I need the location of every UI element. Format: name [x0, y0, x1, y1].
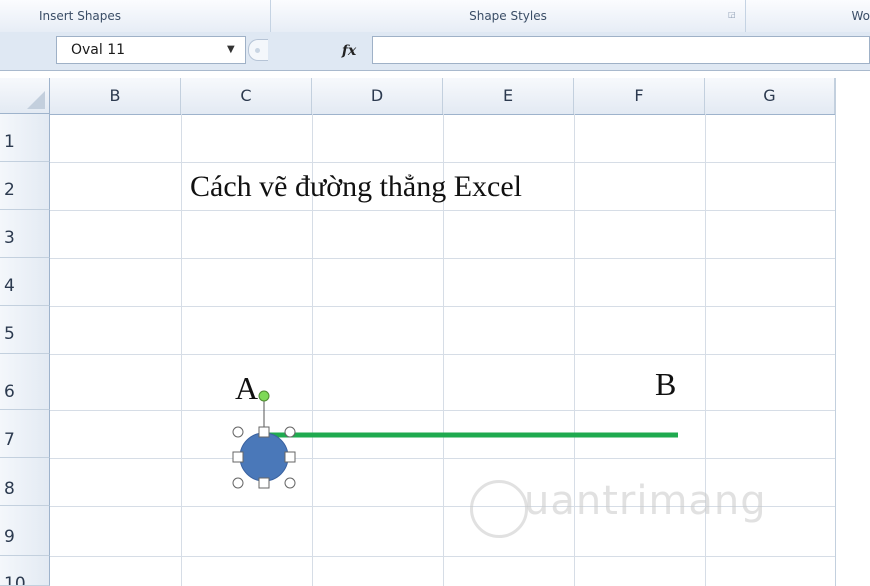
- resize-handle[interactable]: [284, 426, 296, 438]
- resize-handle[interactable]: [284, 477, 296, 489]
- resize-handle[interactable]: [284, 451, 296, 463]
- oval-shape[interactable]: [239, 432, 289, 482]
- resize-handle[interactable]: [232, 451, 244, 463]
- drawing-layer: [232, 390, 678, 489]
- resize-handle[interactable]: [258, 477, 270, 489]
- resize-handle[interactable]: [232, 426, 244, 438]
- resize-handle[interactable]: [258, 426, 270, 438]
- resize-handle[interactable]: [232, 477, 244, 489]
- rotate-handle[interactable]: [258, 390, 270, 402]
